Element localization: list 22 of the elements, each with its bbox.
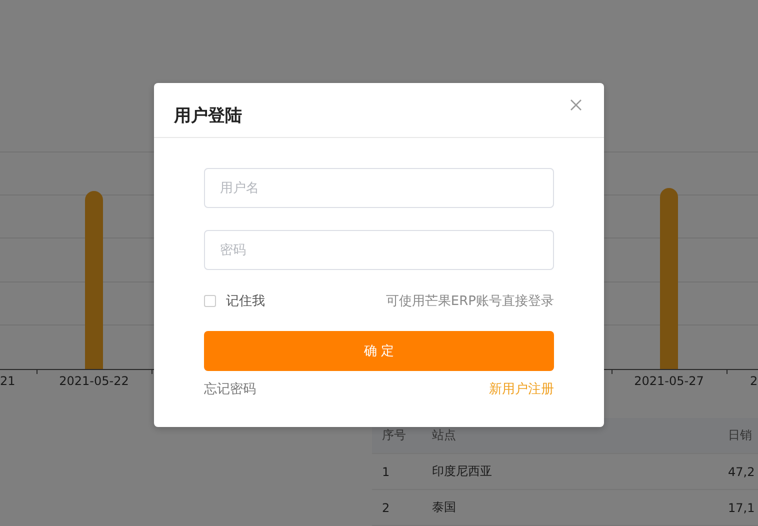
forgot-password-link[interactable]: 忘记密码 — [204, 380, 256, 398]
password-field[interactable]: 密码 — [204, 230, 554, 270]
close-icon[interactable] — [570, 99, 582, 111]
column-header: 站点 — [431, 427, 457, 444]
table-cell-text: 2 — [381, 500, 391, 514]
remember-label[interactable]: 记住我 — [226, 292, 265, 310]
remember-checkbox[interactable] — [204, 295, 216, 307]
axis-label: 2021-05-27 — [634, 374, 704, 388]
username-field[interactable]: 用户名 — [204, 168, 554, 208]
table-cell-text: 17,1 — [728, 500, 756, 514]
table-cell-text: 印度尼西亚 — [431, 463, 493, 480]
column-header: 序号 — [381, 427, 407, 444]
table-cell-text: 泰国 — [431, 499, 457, 516]
axis-label: 21 — [0, 374, 16, 388]
column-header: 日销 — [728, 427, 753, 444]
axis-label: 2021-05-22 — [59, 374, 129, 388]
table-cell-text: 1 — [381, 464, 391, 478]
submit-button[interactable]: 确 定 — [204, 331, 554, 371]
dialog-title: 用户登陆 — [174, 104, 242, 126]
table-cell-text: 47,2 — [728, 464, 756, 478]
axis-label: 2 — [750, 374, 758, 388]
login-hint: 可使用芒果ERP账号直接登录 — [386, 293, 554, 310]
